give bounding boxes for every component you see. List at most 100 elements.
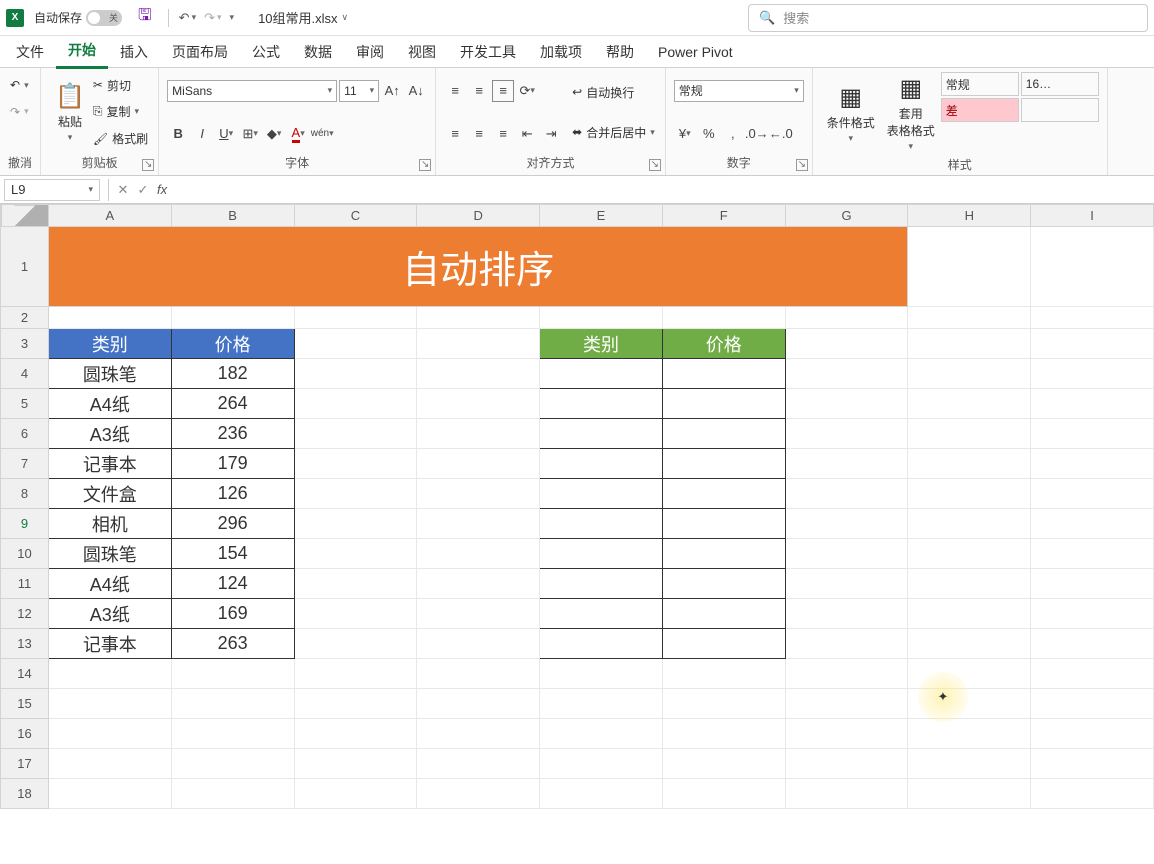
row-header-16[interactable]: 16 [1, 719, 49, 749]
col-header-B[interactable]: B [171, 205, 294, 227]
autosave-toggle[interactable]: 关 [86, 10, 122, 26]
cell-E12[interactable] [540, 599, 663, 629]
tab-insert[interactable]: 插入 [108, 36, 160, 68]
font-launcher[interactable]: ↘ [419, 159, 431, 171]
percent-icon[interactable]: % [698, 123, 720, 145]
row-header-14[interactable]: 14 [1, 659, 49, 689]
align-center-icon[interactable]: ≡ [468, 123, 490, 145]
fx-icon[interactable]: fx [157, 182, 167, 197]
row-header-15[interactable]: 15 [1, 689, 49, 719]
fill-color-button[interactable]: ◆▾ [263, 123, 285, 145]
cell-F4[interactable] [662, 359, 785, 389]
cell-F10[interactable] [662, 539, 785, 569]
cell-B12[interactable]: 169 [171, 599, 294, 629]
name-box[interactable]: L9▾ [4, 179, 100, 201]
increase-font-icon[interactable]: A↑ [381, 80, 403, 102]
border-button[interactable]: ⊞▾ [239, 123, 261, 145]
cell-E8[interactable] [540, 479, 663, 509]
currency-icon[interactable]: ¥▾ [674, 123, 696, 145]
row-header-18[interactable]: 18 [1, 779, 49, 809]
cell-B8[interactable]: 126 [171, 479, 294, 509]
cell-B13[interactable]: 263 [171, 629, 294, 659]
cell-F9[interactable] [662, 509, 785, 539]
cell-H1[interactable] [908, 227, 1031, 307]
decrease-font-icon[interactable]: A↓ [405, 80, 427, 102]
row-header-10[interactable]: 10 [1, 539, 49, 569]
row-header-7[interactable]: 7 [1, 449, 49, 479]
row-header-4[interactable]: 4 [1, 359, 49, 389]
qat-customize[interactable]: ▾ [226, 10, 239, 25]
orientation-icon[interactable]: ⟳▾ [516, 80, 538, 102]
redo-split[interactable]: ↷ ▾ [8, 99, 32, 125]
cell-A8[interactable]: 文件盒 [48, 479, 171, 509]
tab-home[interactable]: 开始 [56, 34, 108, 69]
format-painter-button[interactable]: 🖌格式刷 [91, 126, 150, 152]
cell-B7[interactable]: 179 [171, 449, 294, 479]
tab-file[interactable]: 文件 [4, 36, 56, 68]
number-launcher[interactable]: ↘ [796, 159, 808, 171]
undo-button[interactable]: ↶ ▾ [175, 8, 200, 28]
clipboard-launcher[interactable]: ↘ [142, 159, 154, 171]
row-header-12[interactable]: 12 [1, 599, 49, 629]
cell-F7[interactable] [662, 449, 785, 479]
cell-title[interactable]: 自动排序 [48, 227, 907, 307]
cell-E3[interactable]: 类别 [540, 329, 663, 359]
redo-button[interactable]: ↷ ▾ [200, 8, 225, 28]
cancel-formula-icon[interactable]: ✕ [113, 182, 133, 198]
cell-F5[interactable] [662, 389, 785, 419]
cell-A12[interactable]: A3纸 [48, 599, 171, 629]
cell-B10[interactable]: 154 [171, 539, 294, 569]
row-header-11[interactable]: 11 [1, 569, 49, 599]
tab-dev[interactable]: 开发工具 [448, 36, 528, 68]
cell-B3[interactable]: 价格 [171, 329, 294, 359]
cell-F8[interactable] [662, 479, 785, 509]
cell-F3[interactable]: 价格 [662, 329, 785, 359]
cell-F6[interactable] [662, 419, 785, 449]
row-header-5[interactable]: 5 [1, 389, 49, 419]
col-header-D[interactable]: D [417, 205, 540, 227]
tab-powerpivot[interactable]: Power Pivot [646, 38, 745, 66]
number-format-dropdown[interactable]: 常规▾ [674, 80, 804, 102]
style-normal[interactable]: 常规 [941, 72, 1019, 96]
cell-B6[interactable]: 236 [171, 419, 294, 449]
italic-button[interactable]: I [191, 123, 213, 145]
align-top-icon[interactable]: ≡ [444, 80, 466, 102]
col-header-C[interactable]: C [294, 205, 417, 227]
cell-E6[interactable] [540, 419, 663, 449]
row-header-13[interactable]: 13 [1, 629, 49, 659]
tab-review[interactable]: 审阅 [344, 36, 396, 68]
align-middle-icon[interactable]: ≡ [468, 80, 490, 102]
cell-A7[interactable]: 记事本 [48, 449, 171, 479]
row-header-3[interactable]: 3 [1, 329, 49, 359]
conditional-format-button[interactable]: ▦条件格式▾ [821, 72, 881, 154]
row-header-6[interactable]: 6 [1, 419, 49, 449]
undo-split[interactable]: ↶ ▾ [8, 72, 32, 98]
cell-F12[interactable] [662, 599, 785, 629]
cell-A6[interactable]: A3纸 [48, 419, 171, 449]
cell-B11[interactable]: 124 [171, 569, 294, 599]
cell-F13[interactable] [662, 629, 785, 659]
copy-button[interactable]: ⎘复制 ▾ [91, 99, 150, 125]
row-header-17[interactable]: 17 [1, 749, 49, 779]
cell-A9[interactable]: 相机 [48, 509, 171, 539]
cell-A5[interactable]: A4纸 [48, 389, 171, 419]
indent-decrease-icon[interactable]: ⇤ [516, 123, 538, 145]
row-header-1[interactable]: 1 [1, 227, 49, 307]
tab-addins[interactable]: 加载项 [528, 36, 594, 68]
cell-E5[interactable] [540, 389, 663, 419]
indent-increase-icon[interactable]: ⇥ [540, 123, 562, 145]
phonetic-button[interactable]: wén▾ [311, 123, 333, 145]
col-header-A[interactable]: A [48, 205, 171, 227]
cell-A13[interactable]: 记事本 [48, 629, 171, 659]
col-header-I[interactable]: I [1031, 205, 1154, 227]
cell-A11[interactable]: A4纸 [48, 569, 171, 599]
cell-B5[interactable]: 264 [171, 389, 294, 419]
cell-E11[interactable] [540, 569, 663, 599]
cell-A4[interactable]: 圆珠笔 [48, 359, 171, 389]
col-header-H[interactable]: H [908, 205, 1031, 227]
decrease-decimal-icon[interactable]: ←.0 [770, 123, 792, 145]
formula-input[interactable] [171, 179, 1154, 201]
cell-E13[interactable] [540, 629, 663, 659]
increase-decimal-icon[interactable]: .0→ [746, 123, 768, 145]
cell-E9[interactable] [540, 509, 663, 539]
